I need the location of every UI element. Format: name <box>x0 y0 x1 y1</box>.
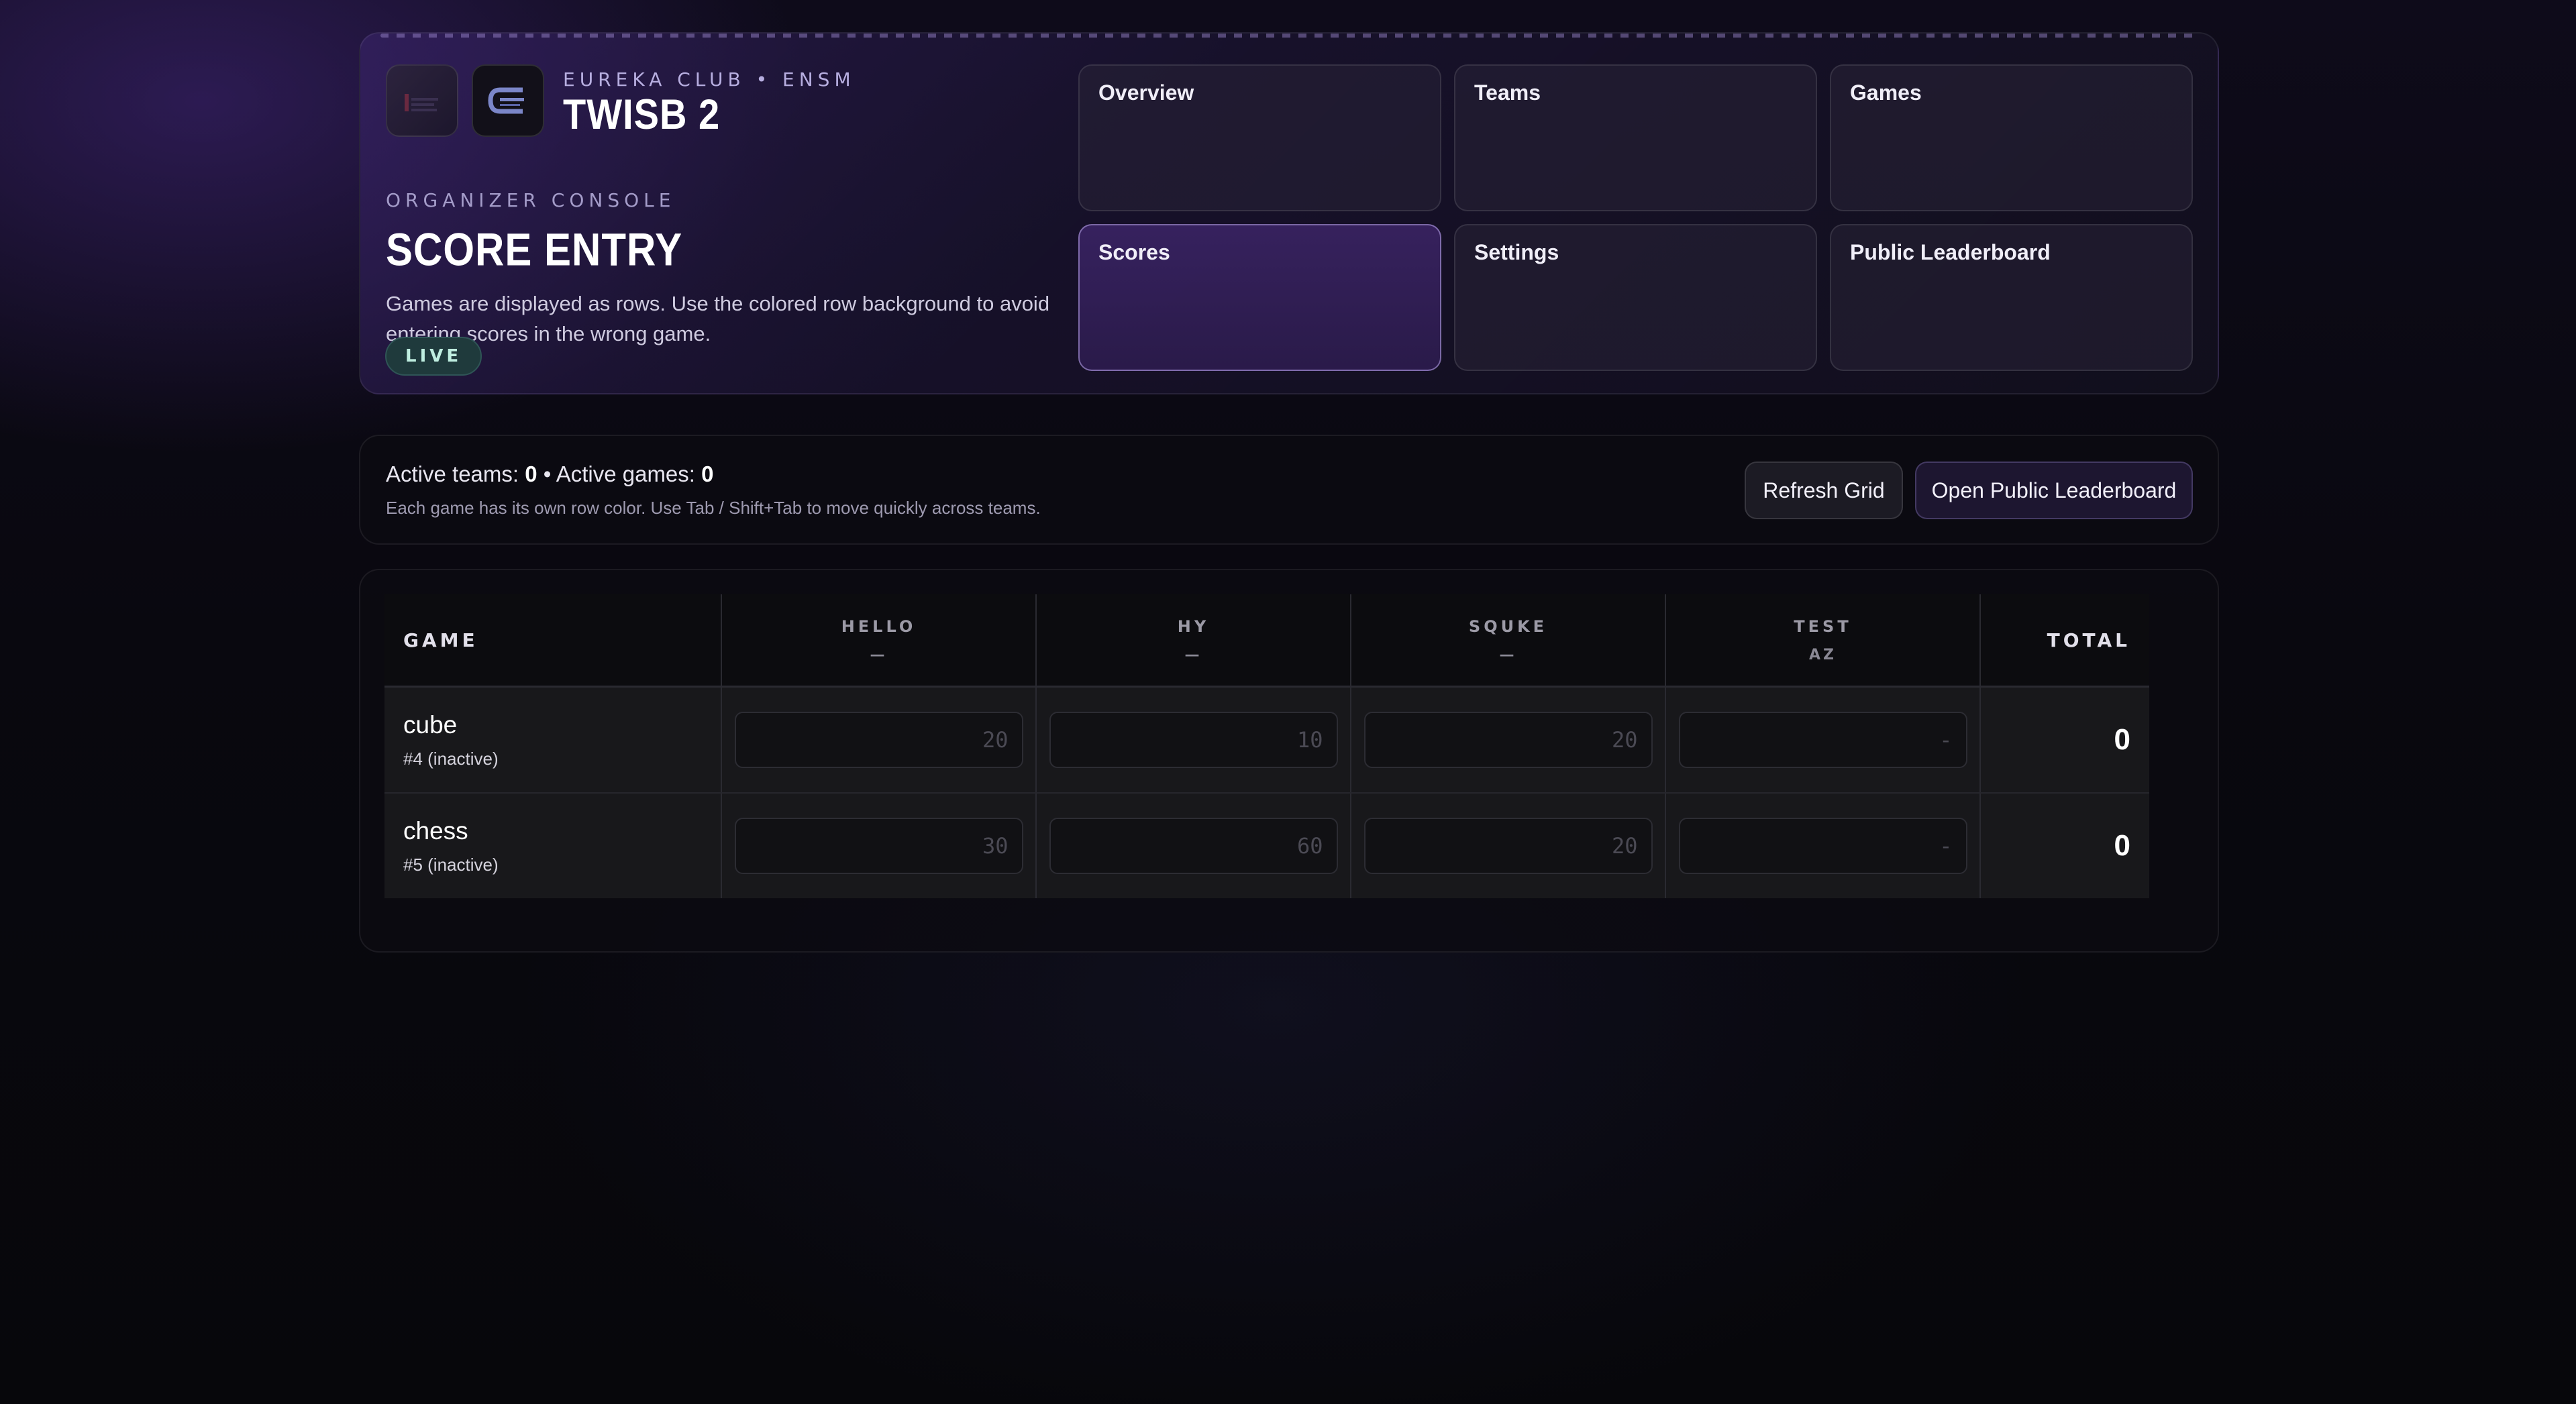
open-public-leaderboard-button[interactable]: Open Public Leaderboard <box>1915 462 2193 519</box>
score-input[interactable] <box>1678 712 1967 768</box>
section-nav: Overview Teams Games Scores Settings Pub… <box>1078 64 2193 371</box>
nav-overview[interactable]: Overview <box>1078 64 1441 211</box>
nav-teams[interactable]: Teams <box>1454 64 1817 211</box>
score-cell <box>1036 793 1351 898</box>
game-meta: #5 (inactive) <box>403 854 499 875</box>
row-total: 0 <box>1980 793 2149 898</box>
club-logo-icon <box>386 64 458 137</box>
page-description: Games are displayed as rows. Use the col… <box>386 292 1050 345</box>
refresh-grid-button[interactable]: Refresh Grid <box>1745 462 1903 519</box>
page-title: SCORE ENTRY <box>386 223 683 276</box>
keyboard-hint: Each game has its own row color. Use Tab… <box>386 498 1041 518</box>
school-logo-icon <box>472 64 544 137</box>
total-column-header: TOTAL <box>1980 594 2149 688</box>
team-name: TEST <box>1794 616 1852 636</box>
score-cell <box>1351 686 1666 794</box>
score-input[interactable] <box>1678 818 1967 874</box>
app-container: EUREKA CLUB • ENSM TWISB 2 ORGANIZER CON… <box>359 32 2219 953</box>
score-input[interactable] <box>734 712 1023 768</box>
game-cell: chess #5 (inactive) <box>384 793 722 898</box>
active-games-count: 0 <box>701 462 714 486</box>
game-name: chess <box>403 816 468 845</box>
game-meta: #4 (inactive) <box>403 748 499 769</box>
score-input[interactable] <box>1049 818 1338 874</box>
team-subtitle: — <box>1184 646 1202 663</box>
stats-bar: Active teams: 0 • Active games: 0 Each g… <box>359 435 2219 545</box>
active-teams-count: 0 <box>525 462 537 486</box>
counts-separator: • <box>543 462 552 486</box>
nav-scores[interactable]: Scores <box>1078 224 1441 371</box>
team-subtitle: AZ <box>1809 646 1837 663</box>
team-name: HY <box>1177 616 1210 636</box>
game-name: cube <box>403 710 458 739</box>
console-label: ORGANIZER CONSOLE <box>386 189 676 211</box>
club-name: EUREKA CLUB • ENSM <box>563 68 856 91</box>
active-teams-label: Active teams: <box>386 462 519 486</box>
header-card: EUREKA CLUB • ENSM TWISB 2 ORGANIZER CON… <box>359 32 2219 394</box>
event-title: TWISB 2 <box>563 90 721 138</box>
row-total: 0 <box>1980 686 2149 794</box>
brand-row: EUREKA CLUB • ENSM TWISB 2 <box>386 64 856 138</box>
active-games-label: Active games: <box>556 462 695 486</box>
score-cell <box>721 686 1037 794</box>
score-cell <box>1351 793 1666 898</box>
active-counts: Active teams: 0 • Active games: 0 <box>386 462 713 487</box>
team-subtitle: — <box>1499 646 1517 663</box>
team-subtitle: — <box>870 646 888 663</box>
nav-settings[interactable]: Settings <box>1454 224 1817 371</box>
team-column-header: TEST AZ <box>1665 594 1981 688</box>
brand-text: EUREKA CLUB • ENSM TWISB 2 <box>563 68 856 138</box>
team-name: SQUKE <box>1468 616 1548 636</box>
score-cell <box>1665 686 1981 794</box>
table-row: chess #5 (inactive) 0 <box>384 793 2149 898</box>
header-row: GAME HELLO — HY — SQUKE — TEST AZ TOTAL <box>384 594 2149 688</box>
team-column-header: HELLO — <box>721 594 1037 688</box>
team-column-header: HY — <box>1036 594 1351 688</box>
score-input[interactable] <box>1363 818 1653 874</box>
score-input[interactable] <box>1049 712 1338 768</box>
nav-games[interactable]: Games <box>1830 64 2193 211</box>
table-row: cube #4 (inactive) 0 <box>384 686 2149 794</box>
game-cell: cube #4 (inactive) <box>384 686 722 794</box>
team-name: HELLO <box>841 616 917 636</box>
score-grid-card: GAME HELLO — HY — SQUKE — TEST AZ TOTAL cube… <box>359 569 2219 953</box>
score-cell <box>721 793 1037 898</box>
status-badge: LIVE <box>385 337 482 376</box>
score-input[interactable] <box>734 818 1023 874</box>
score-grid: GAME HELLO — HY — SQUKE — TEST AZ TOTAL cube… <box>384 594 2149 898</box>
score-cell <box>1665 793 1981 898</box>
score-input[interactable] <box>1363 712 1653 768</box>
team-column-header: SQUKE — <box>1351 594 1666 688</box>
nav-public-leaderboard[interactable]: Public Leaderboard <box>1830 224 2193 371</box>
game-column-header: GAME <box>384 594 722 688</box>
score-cell <box>1036 686 1351 794</box>
